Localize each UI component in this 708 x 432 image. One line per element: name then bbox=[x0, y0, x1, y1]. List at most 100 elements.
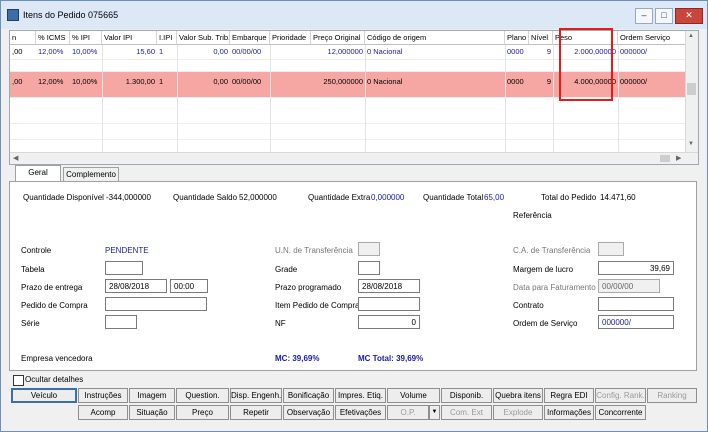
repetir-button[interactable]: Repetir bbox=[230, 405, 282, 420]
ordem-servico-field[interactable]: 000000/ bbox=[598, 315, 674, 329]
pedido-compra-field[interactable] bbox=[105, 297, 207, 311]
nf-field[interactable]: 0 bbox=[358, 315, 420, 329]
data-faturamento-field[interactable]: 00/00/00 bbox=[598, 279, 660, 293]
cell: 12,00% bbox=[38, 47, 64, 56]
tabela-field[interactable] bbox=[105, 261, 143, 275]
situacao-button[interactable]: Situação bbox=[129, 405, 175, 420]
serie-field[interactable] bbox=[105, 315, 137, 329]
disp-engenh-button[interactable]: Disp. Engenh. bbox=[230, 388, 282, 403]
cell: 9 bbox=[546, 77, 551, 86]
veiculo-button[interactable]: Veículo bbox=[11, 388, 77, 403]
title-bar: Itens do Pedido 075665 – □ ✕ bbox=[1, 1, 707, 29]
regra-edi-button[interactable]: Regra EDI bbox=[544, 388, 594, 403]
maximize-button[interactable]: □ bbox=[655, 8, 673, 24]
scroll-down-icon[interactable]: ▼ bbox=[688, 141, 694, 147]
contrato-field[interactable] bbox=[598, 297, 674, 311]
horizontal-scrollbar[interactable]: ◀ ▶ bbox=[10, 152, 698, 164]
scroll-thumb-h[interactable] bbox=[660, 155, 670, 162]
cell: 9 bbox=[546, 47, 551, 56]
cell: 00/00/00 bbox=[232, 77, 262, 86]
col-divider bbox=[365, 45, 366, 152]
acomp-button[interactable]: Acomp bbox=[78, 405, 128, 420]
informacoes-button[interactable]: Informações bbox=[544, 405, 594, 420]
referencia-label: Referência bbox=[513, 211, 552, 220]
col-header[interactable]: % ICMS bbox=[36, 31, 70, 45]
col-header[interactable]: n bbox=[10, 31, 36, 45]
close-button[interactable]: ✕ bbox=[675, 8, 703, 24]
col-divider bbox=[553, 45, 554, 152]
col-header[interactable]: Valor Sub. Trib. bbox=[177, 31, 230, 45]
volume-button[interactable]: Volume bbox=[387, 388, 440, 403]
item-pedido-compra-label: Item Pedido de Compra bbox=[275, 301, 360, 310]
mc-value: MC: 39,69% bbox=[275, 354, 320, 363]
prazo-programado-field[interactable]: 28/08/2018 bbox=[358, 279, 420, 293]
col-header[interactable]: Plano bbox=[505, 31, 529, 45]
disponib-button[interactable]: Disponib. bbox=[441, 388, 492, 403]
col-header[interactable]: Ordem Serviço bbox=[618, 31, 686, 45]
config-rank-button[interactable]: Config. Rank. bbox=[595, 388, 646, 403]
ranking-button[interactable]: Ranking bbox=[647, 388, 697, 403]
un-transf-label: U.N. de Transferência bbox=[275, 246, 353, 255]
op-button[interactable]: O.P. bbox=[387, 405, 429, 420]
controle-label: Controle bbox=[21, 246, 52, 255]
scroll-right-icon[interactable]: ▶ bbox=[676, 154, 681, 162]
total-pedido-value: 14.471,60 bbox=[600, 193, 636, 202]
col-header[interactable]: Código de origem bbox=[365, 31, 505, 45]
col-header[interactable]: I.IPI bbox=[157, 31, 177, 45]
cell: 0000 bbox=[507, 77, 524, 86]
prazo-entrega-label: Prazo de entrega bbox=[21, 283, 83, 292]
ordem-servico-label: Ordem de Serviço bbox=[513, 319, 578, 328]
cell bbox=[270, 45, 311, 59]
col-header[interactable]: Embarque bbox=[230, 31, 270, 45]
margem-lucro-field[interactable]: 39,69 bbox=[598, 261, 674, 275]
qtd-disponivel-value: -344,000000 bbox=[106, 193, 151, 202]
concorrente-button[interactable]: Concorrente bbox=[595, 405, 646, 420]
qtd-total-label: Quantidade Total bbox=[423, 193, 484, 202]
cell: 0000 bbox=[507, 47, 524, 56]
prazo-entrega-field[interactable]: 28/08/2018 bbox=[105, 279, 167, 293]
cell: 0 Nacional bbox=[367, 77, 403, 86]
window-title: Itens do Pedido 075665 bbox=[23, 10, 119, 20]
qtd-extra-value: 0,000000 bbox=[371, 193, 405, 202]
cell: 1.300,00 bbox=[125, 77, 155, 86]
nf-label: NF bbox=[275, 319, 286, 328]
preco-button[interactable]: Preço bbox=[176, 405, 229, 420]
col-header[interactable]: Prioridade bbox=[270, 31, 311, 45]
col-header[interactable]: Valor IPI bbox=[102, 31, 157, 45]
col-header[interactable]: % IPI bbox=[70, 31, 102, 45]
cell: 250,000000 bbox=[323, 77, 363, 86]
imagem-button[interactable]: Imagem bbox=[129, 388, 175, 403]
cell: 12,00% bbox=[38, 77, 64, 86]
vertical-scrollbar[interactable]: ▲ ▼ bbox=[685, 31, 698, 152]
qtd-disponivel-label: Quantidade Disponível bbox=[23, 193, 104, 202]
scroll-left-icon[interactable]: ◀ bbox=[13, 154, 18, 162]
hora-field[interactable]: 00:00 bbox=[170, 279, 208, 293]
scroll-thumb[interactable] bbox=[687, 83, 696, 95]
explode-button[interactable]: Explode bbox=[493, 405, 543, 420]
instrucoes-button[interactable]: Instruções bbox=[78, 388, 128, 403]
observacao-button[interactable]: Observação bbox=[283, 405, 334, 420]
app-icon bbox=[7, 9, 19, 21]
question-button[interactable]: Question. bbox=[176, 388, 229, 403]
controle-value: PENDENTE bbox=[105, 246, 149, 255]
un-transf-field[interactable] bbox=[358, 242, 380, 256]
minimize-button[interactable]: – bbox=[635, 8, 653, 24]
ca-transf-field[interactable] bbox=[598, 242, 624, 256]
cell: 15,60 bbox=[136, 47, 155, 56]
col-header[interactable]: Preço Original bbox=[311, 31, 365, 45]
ocultar-detalhes-checkbox[interactable] bbox=[13, 375, 24, 386]
bonificacao-button[interactable]: Bonificação bbox=[283, 388, 334, 403]
impres-etiq-button[interactable]: Impres. Etiq. bbox=[335, 388, 386, 403]
item-pedido-compra-field[interactable] bbox=[358, 297, 420, 311]
grade-field[interactable] bbox=[358, 261, 380, 275]
op-dropdown-icon[interactable]: ▼ bbox=[429, 405, 440, 420]
scroll-up-icon[interactable]: ▲ bbox=[688, 33, 694, 39]
pedido-compra-label: Pedido de Compra bbox=[21, 301, 88, 310]
quebra-itens-button[interactable]: Quebra itens bbox=[493, 388, 543, 403]
col-header[interactable]: Nível bbox=[529, 31, 553, 45]
data-faturamento-label: Data para Faturamento bbox=[513, 283, 596, 292]
ca-transf-label: C.A. de Transferência bbox=[513, 246, 591, 255]
cell: 0,00 bbox=[213, 77, 228, 86]
com-ext-button[interactable]: Com. Ext bbox=[441, 405, 492, 420]
efetivacoes-button[interactable]: Efetivações bbox=[335, 405, 386, 420]
